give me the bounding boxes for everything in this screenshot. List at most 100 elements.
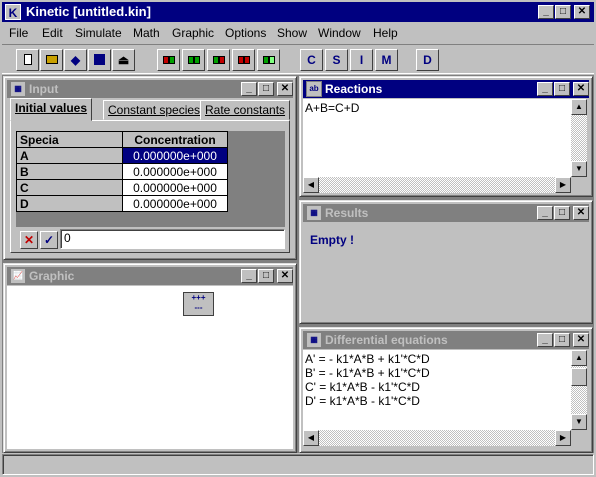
diffeq-maximize-button[interactable]: □ <box>554 333 570 347</box>
menu-math[interactable]: Math <box>133 26 160 40</box>
graphic-maximize-button[interactable]: □ <box>258 269 274 283</box>
minimize-button[interactable]: _ <box>538 5 554 19</box>
species-cell: A <box>16 147 123 164</box>
results-title-bar: ▦ Results _ □ ✕ <box>303 204 589 222</box>
new-file-icon <box>23 54 32 65</box>
tab-initial-values[interactable]: Initial values <box>10 98 93 121</box>
tab-rate-constants[interactable]: Rate constants <box>200 100 291 120</box>
menu-file[interactable]: File <box>9 26 28 40</box>
toolbar: ◆ ⏏ C S I M D <box>2 44 594 74</box>
tool-1-button[interactable] <box>157 49 180 71</box>
scroll-right-button[interactable]: ▶ <box>555 177 571 193</box>
reactions-editor[interactable]: A+B=C+D <box>303 99 571 177</box>
value-edit-field[interactable]: 0 <box>60 229 285 249</box>
menu-options[interactable]: Options <box>225 26 266 40</box>
tab-initial-values-label: Initial values <box>15 101 88 115</box>
grid-header-row: Specia Concentration <box>16 131 228 148</box>
app-icon[interactable]: K <box>5 4 21 20</box>
equation-line: A' = - k1*A*B + k1'*C*D <box>305 352 430 366</box>
palette-plus-row[interactable]: +++ <box>184 293 213 303</box>
scroll-up-button[interactable]: ▲ <box>571 99 587 115</box>
mode-d-button[interactable]: D <box>416 49 439 71</box>
reaction-red-red-icon <box>237 53 250 67</box>
open-file-button[interactable] <box>40 49 63 71</box>
menu-graphic[interactable]: Graphic <box>172 26 214 40</box>
scroll-down-button[interactable]: ▼ <box>571 161 587 177</box>
input-maximize-button[interactable]: □ <box>258 82 274 96</box>
concentration-cell[interactable]: 0.000000e+000 <box>122 163 228 180</box>
graphic-window-icon: 📈 <box>10 268 26 284</box>
input-close-button[interactable]: ✕ <box>277 82 293 96</box>
diffeq-hscroll[interactable] <box>303 430 571 446</box>
diffeq-editor[interactable]: A' = - k1*A*B + k1'*C*D B' = - k1*A*B + … <box>303 350 571 430</box>
mode-s-button[interactable]: S <box>325 49 348 71</box>
diffeq-minimize-button[interactable]: _ <box>537 333 553 347</box>
diffeq-title: Differential equations <box>325 333 448 347</box>
scroll-thumb[interactable] <box>571 368 587 386</box>
graphic-title: Graphic <box>29 269 75 283</box>
maximize-button[interactable]: □ <box>555 5 571 19</box>
menu-show[interactable]: Show <box>277 26 307 40</box>
graphic-window: 📈 Graphic _ □ ✕ +++ --- <box>3 263 297 453</box>
results-window: ▦ Results _ □ ✕ Empty ! <box>299 200 593 324</box>
menu-help[interactable]: Help <box>373 26 398 40</box>
mode-c-button[interactable]: C <box>300 49 323 71</box>
graphic-canvas[interactable] <box>7 286 293 449</box>
concentration-cell[interactable]: 0.000000e+000 <box>122 147 228 164</box>
close-button[interactable]: ✕ <box>574 5 590 19</box>
scroll-left-button[interactable]: ◀ <box>303 430 319 446</box>
cancel-edit-button[interactable]: ✕ <box>20 231 38 249</box>
reactions-hscroll[interactable] <box>303 177 571 193</box>
results-minimize-button[interactable]: _ <box>537 206 553 220</box>
species-cell: D <box>16 195 123 212</box>
results-maximize-button[interactable]: □ <box>554 206 570 220</box>
scroll-left-button[interactable]: ◀ <box>303 177 319 193</box>
diamond-button[interactable]: ◆ <box>64 49 87 71</box>
reactions-minimize-button[interactable]: _ <box>537 82 553 96</box>
status-bar <box>2 454 594 475</box>
scroll-up-button[interactable]: ▲ <box>571 350 587 366</box>
concentration-cell[interactable]: 0.000000e+000 <box>122 195 228 212</box>
equation-line: B' = - k1*A*B + k1'*C*D <box>305 366 430 380</box>
diamond-icon: ◆ <box>70 53 81 67</box>
grid-area: Specia Concentration A 0.000000e+000 B 0… <box>16 131 285 227</box>
input-window: ▦ Input _ □ ✕ Initial values Constant sp… <box>3 76 297 260</box>
diffeq-close-button[interactable]: ✕ <box>573 333 589 347</box>
input-title: Input <box>29 82 59 96</box>
results-close-button[interactable]: ✕ <box>573 206 589 220</box>
app-title: Kinetic [untitled.kin] <box>26 4 151 19</box>
input-window-icon: ▦ <box>10 81 26 97</box>
accept-edit-button[interactable]: ✓ <box>40 231 58 249</box>
tool-2-button[interactable] <box>182 49 205 71</box>
scroll-down-button[interactable]: ▼ <box>571 414 587 430</box>
reactions-title-bar: ab Reactions _ □ ✕ <box>303 80 589 98</box>
diffeq-window-icon: ▦ <box>306 332 322 348</box>
save-button[interactable] <box>88 49 111 71</box>
menu-simulate[interactable]: Simulate <box>75 26 122 40</box>
new-file-button[interactable] <box>16 49 39 71</box>
zoom-palette[interactable]: +++ --- <box>183 292 214 316</box>
reaction-mixed-icon <box>212 53 225 67</box>
tool-3-button[interactable] <box>207 49 230 71</box>
graphic-close-button[interactable]: ✕ <box>277 269 293 283</box>
reactions-close-button[interactable]: ✕ <box>573 82 589 96</box>
mode-m-button[interactable]: M <box>375 49 398 71</box>
tab-constant-species[interactable]: Constant species <box>103 100 206 120</box>
reactions-window: ab Reactions _ □ ✕ A+B=C+D ▲ ▼ ◀ ▶ <box>299 76 593 197</box>
reactions-maximize-button[interactable]: □ <box>554 82 570 96</box>
input-minimize-button[interactable]: _ <box>241 82 257 96</box>
mode-i-button[interactable]: I <box>350 49 373 71</box>
palette-minus-row[interactable]: --- <box>184 303 213 313</box>
reaction-green-green-icon <box>187 53 200 67</box>
concentration-cell[interactable]: 0.000000e+000 <box>122 179 228 196</box>
exit-button[interactable]: ⏏ <box>112 49 135 71</box>
tool-4-button[interactable] <box>232 49 255 71</box>
graphic-minimize-button[interactable]: _ <box>241 269 257 283</box>
reactions-title: Reactions <box>325 82 383 96</box>
scroll-right-button[interactable]: ▶ <box>555 430 571 446</box>
menu-edit[interactable]: Edit <box>42 26 63 40</box>
menu-window[interactable]: Window <box>318 26 361 40</box>
cancel-x-icon: ✕ <box>23 233 35 247</box>
diffeq-window: ▦ Differential equations _ □ ✕ A' = - k1… <box>299 327 593 453</box>
tool-5-button[interactable] <box>257 49 280 71</box>
